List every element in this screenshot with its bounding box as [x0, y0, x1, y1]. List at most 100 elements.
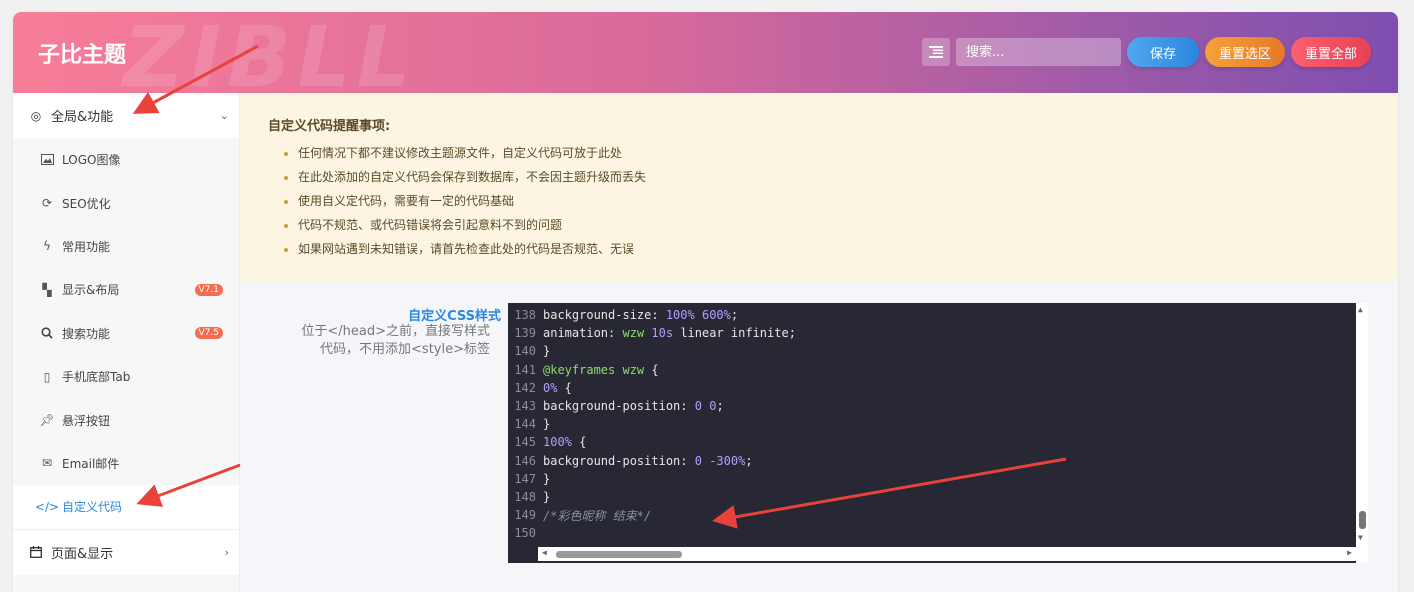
code-line[interactable]: 149 /*彩色昵称 结束*/: [508, 506, 1353, 524]
chevron-down-icon: ⌄: [219, 109, 229, 122]
code-text: animation: wzw 10s linear infinite;: [543, 326, 796, 341]
line-number: 147: [514, 471, 536, 486]
line-number: 143: [514, 399, 536, 414]
notice-box: 自定义代码提醒事项: 任何情况下都不建议修改主题源文件，自定义代码可放于此处 在…: [240, 93, 1398, 282]
scroll-right-icon[interactable]: ▶: [1347, 548, 1352, 557]
search-icon: [40, 327, 54, 339]
code-text: }: [543, 471, 551, 486]
code-text: }: [543, 344, 551, 359]
scroll-down-icon[interactable]: ▼: [1358, 533, 1363, 542]
sidebar-item-label: LOGO图像: [62, 153, 121, 168]
version-badge: V7.5: [194, 327, 223, 340]
code-text: @keyframes wzw {: [543, 362, 659, 377]
main-content: 自定义代码提醒事项: 任何情况下都不建议修改主题源文件，自定义代码可放于此处 在…: [240, 93, 1398, 592]
version-badge: V7.1: [194, 283, 223, 296]
sidebar-item-mobile-tab[interactable]: ▯ 手机底部Tab: [13, 355, 239, 398]
vertical-scrollbar[interactable]: ▲ ▼: [1356, 303, 1368, 563]
scroll-thumb[interactable]: [556, 551, 682, 558]
code-text: background-position: 0 0;: [543, 399, 724, 414]
bolt-icon: ϟ: [43, 239, 51, 254]
line-number: 140: [514, 344, 536, 359]
code-icon: </>: [34, 499, 60, 514]
code-text: background-size: 100% 600%;: [543, 308, 739, 323]
sidebar-item-label: Email邮件: [62, 456, 120, 471]
layout-icon: ▚: [42, 282, 52, 297]
sidebar-item-label: 自定义代码: [62, 500, 123, 515]
watermark: ZIBLL: [123, 12, 417, 106]
sidebar-item-logo[interactable]: LOGO图像: [13, 138, 239, 181]
line-number: 148: [514, 489, 536, 504]
sidebar-item-common[interactable]: ϟ 常用功能: [13, 225, 239, 268]
save-button[interactable]: 保存: [1126, 37, 1199, 67]
code-line[interactable]: 138 background-size: 100% 600%;: [508, 306, 1353, 324]
sidebar: ◎ 全局&功能 ⌄ LOGO图像 ⟳ SEO优化 ϟ 常用功能 ▚ 显示&布局 …: [13, 93, 240, 592]
notice-title: 自定义代码提醒事项:: [268, 119, 391, 134]
code-line[interactable]: 145 100% {: [508, 433, 1353, 451]
list-item: 代码不规范、或代码错误将会引起意料不到的问题: [298, 213, 646, 237]
sidebar-item-float-button[interactable]: 📌︎ 悬浮按钮: [13, 398, 239, 441]
field-description: 位于</head>之前，直接写样式代码，不用添加<style>标签: [301, 324, 490, 357]
sidebar-item-label: 显示&布局: [62, 283, 120, 298]
mobile-icon: ▯: [43, 369, 51, 384]
horizontal-scrollbar[interactable]: ◀ ▶: [538, 547, 1356, 561]
image-icon: [40, 154, 54, 166]
code-text: }: [543, 489, 551, 504]
line-number: 145: [514, 435, 536, 450]
reset-section-button[interactable]: 重置选区: [1204, 37, 1285, 67]
code-line[interactable]: 146 background-position: 0 -300%;: [508, 452, 1353, 470]
code-line[interactable]: 140}: [508, 342, 1353, 360]
scroll-up-icon[interactable]: ▲: [1358, 305, 1363, 314]
line-number: 146: [514, 453, 536, 468]
sidebar-item-label: SEO优化: [62, 196, 111, 211]
list-icon: [928, 46, 943, 58]
sidebar-item-custom-code[interactable]: </> 自定义代码: [13, 485, 239, 529]
notice-list: 任何情况下都不建议修改主题源文件，自定义代码可放于此处 在此处添加的自定义代码会…: [268, 141, 646, 261]
field-title: 自定义CSS样式: [408, 309, 501, 324]
code-line[interactable]: 147}: [508, 470, 1353, 488]
code-line[interactable]: 141 @keyframes wzw {: [508, 361, 1353, 379]
code-text: 0% {: [543, 380, 572, 395]
code-text: background-position: 0 -300%;: [543, 453, 753, 468]
code-line[interactable]: 150: [508, 524, 1353, 542]
sidebar-item-search[interactable]: 搜索功能 V7.5: [13, 312, 239, 355]
scroll-thumb[interactable]: [1359, 511, 1366, 529]
sidebar-item-label: 常用功能: [62, 239, 111, 254]
line-number: 144: [514, 417, 536, 432]
brand-title: 子比主题: [38, 43, 127, 68]
code-line[interactable]: 143 background-position: 0 0;: [508, 397, 1353, 415]
pin-icon: 📌︎: [39, 413, 55, 428]
theme-options-panel: ZIBLL 子比主题 保存 重置选区 重置全部 ◎ 全局&功能 ⌄ LOGO图像…: [13, 12, 1398, 592]
target-icon: ◎: [30, 108, 42, 123]
line-number: 142: [514, 380, 536, 395]
sidebar-item-label: 手机底部Tab: [62, 370, 131, 385]
reset-all-button[interactable]: 重置全部: [1290, 37, 1371, 67]
line-number: 141: [514, 362, 536, 377]
expand-menu-button[interactable]: [921, 38, 950, 66]
sidebar-group-page[interactable]: 页面&显示 ›: [13, 528, 239, 575]
code-line[interactable]: 139 animation: wzw 10s linear infinite;: [508, 324, 1353, 342]
header-bar: ZIBLL 子比主题 保存 重置选区 重置全部: [13, 12, 1398, 106]
calendar-icon: [29, 545, 43, 559]
sidebar-item-seo[interactable]: ⟳ SEO优化: [13, 181, 239, 224]
chevron-right-icon: ›: [224, 545, 229, 559]
search-input[interactable]: [955, 38, 1121, 66]
scroll-left-icon[interactable]: ◀: [542, 548, 547, 557]
sidebar-group-global[interactable]: ◎ 全局&功能 ⌄: [13, 93, 239, 138]
code-line[interactable]: 148}: [508, 488, 1353, 506]
sidebar-item-email[interactable]: ✉ Email邮件: [13, 442, 239, 485]
code-text: /*彩色昵称 结束*/: [543, 508, 652, 523]
code-line[interactable]: 144}: [508, 415, 1353, 433]
sidebar-item-label: 悬浮按钮: [62, 413, 111, 428]
code-text: }: [543, 417, 551, 432]
code-lines: 138 background-size: 100% 600%; 139 animati…: [508, 306, 1353, 542]
css-code-editor[interactable]: 138 background-size: 100% 600%; 139 animati…: [508, 303, 1368, 563]
code-line[interactable]: 142 0% {: [508, 379, 1353, 397]
code-text: 100% {: [543, 435, 587, 450]
list-item: 任何情况下都不建议修改主题源文件，自定义代码可放于此处: [298, 141, 646, 165]
sidebar-group-label: 全局&功能: [51, 110, 114, 125]
sidebar-item-layout[interactable]: ▚ 显示&布局 V7.1: [13, 268, 239, 311]
line-number: 139: [514, 326, 536, 341]
sidebar-group-label: 页面&显示: [51, 546, 114, 562]
refresh-icon: ⟳: [41, 196, 53, 211]
list-item: 使用自义定代码，需要有一定的代码基础: [298, 189, 646, 213]
